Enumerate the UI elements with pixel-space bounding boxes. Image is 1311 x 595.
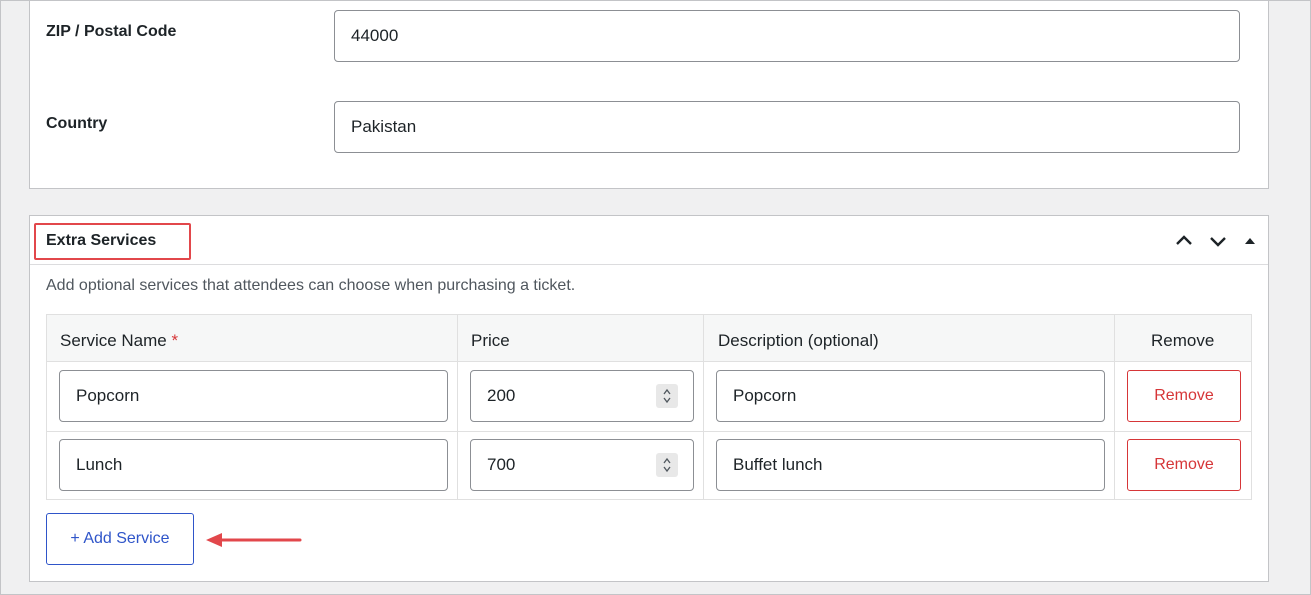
toggle-panel-button[interactable] bbox=[1237, 228, 1263, 254]
services-table: Service Name * Price Description (option… bbox=[46, 314, 1252, 500]
price-value: 200 bbox=[487, 386, 516, 405]
spinner-icon[interactable] bbox=[656, 384, 678, 408]
description-input[interactable]: Popcorn bbox=[716, 370, 1105, 422]
add-service-button[interactable]: + Add Service bbox=[46, 513, 194, 565]
address-panel: ZIP / Postal Code 44000 Country Pakistan bbox=[29, 0, 1269, 189]
row-divider bbox=[47, 431, 1251, 432]
service-name-input[interactable]: Lunch bbox=[59, 439, 448, 491]
remove-button[interactable]: Remove bbox=[1127, 439, 1241, 491]
move-down-button[interactable] bbox=[1205, 228, 1231, 254]
column-divider bbox=[457, 315, 458, 499]
spinner-arrows bbox=[663, 457, 671, 473]
column-header-price: Price bbox=[471, 331, 510, 350]
extra-services-description: Add optional services that attendees can… bbox=[46, 277, 576, 294]
required-marker: * bbox=[171, 331, 179, 350]
country-label: Country bbox=[46, 115, 108, 132]
chevron-up-icon bbox=[1176, 235, 1192, 245]
service-name-value: Lunch bbox=[76, 455, 123, 474]
caret-up-icon bbox=[1245, 238, 1255, 244]
price-input[interactable]: 200 bbox=[470, 370, 694, 422]
zip-label: ZIP / Postal Code bbox=[46, 23, 177, 40]
table-header-row: Service Name * Price Description (option… bbox=[47, 315, 1251, 362]
price-value: 700 bbox=[487, 455, 516, 474]
zip-input-value: 44000 bbox=[351, 26, 399, 45]
zip-input[interactable]: 44000 bbox=[334, 10, 1240, 62]
description-value: Buffet lunch bbox=[733, 455, 823, 474]
extra-services-panel: Extra Services Add optional services tha… bbox=[29, 215, 1269, 582]
country-input-value: Pakistan bbox=[351, 117, 417, 136]
chevron-down-icon bbox=[1210, 237, 1226, 247]
extra-services-header: Extra Services bbox=[30, 216, 1268, 265]
description-input[interactable]: Buffet lunch bbox=[716, 439, 1105, 491]
move-up-button[interactable] bbox=[1171, 228, 1197, 254]
description-value: Popcorn bbox=[733, 386, 797, 405]
column-header-description: Description (optional) bbox=[718, 331, 879, 350]
remove-button[interactable]: Remove bbox=[1127, 370, 1241, 422]
spinner-arrows bbox=[663, 388, 671, 404]
column-divider bbox=[703, 315, 704, 499]
service-name-header-label: Service Name bbox=[60, 331, 167, 350]
extra-services-title: Extra Services bbox=[46, 232, 157, 249]
spinner-icon[interactable] bbox=[656, 453, 678, 477]
red-arrow-icon bbox=[206, 533, 302, 547]
column-header-service-name: Service Name * bbox=[60, 331, 178, 351]
service-name-value: Popcorn bbox=[76, 386, 140, 405]
column-header-remove: Remove bbox=[1151, 331, 1215, 350]
country-input[interactable]: Pakistan bbox=[334, 101, 1240, 153]
price-input[interactable]: 700 bbox=[470, 439, 694, 491]
service-name-input[interactable]: Popcorn bbox=[59, 370, 448, 422]
column-divider bbox=[1114, 315, 1115, 499]
